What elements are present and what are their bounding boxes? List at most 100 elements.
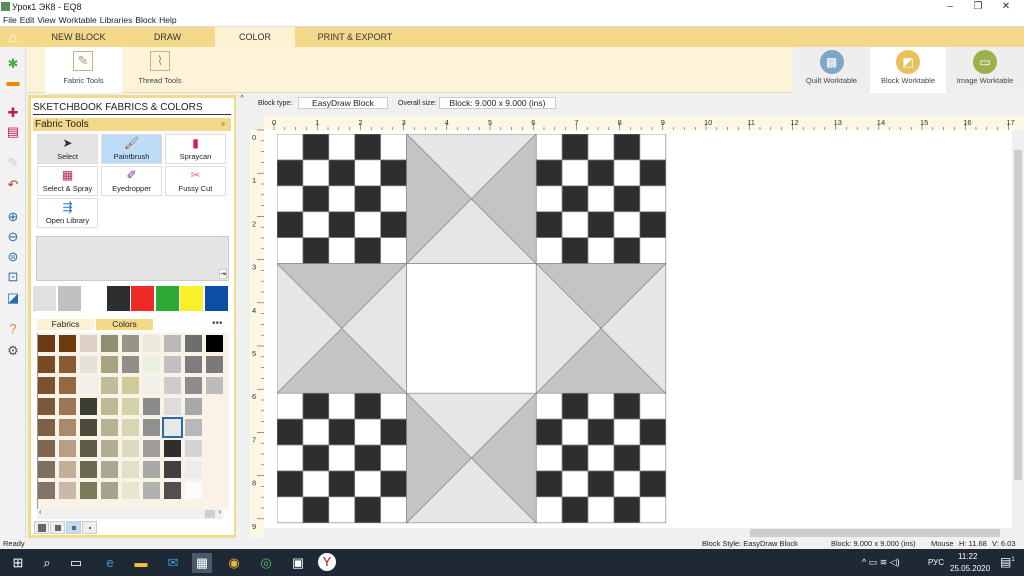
checker-square[interactable] (561, 444, 589, 472)
checker-square[interactable] (354, 211, 382, 239)
color-swatch[interactable] (122, 482, 139, 499)
checker-square[interactable] (587, 470, 615, 498)
checker-square[interactable] (277, 185, 304, 213)
fabric-tools-dropdown[interactable]: Fabric Tools ▼ (33, 118, 231, 131)
color-swatch[interactable] (185, 398, 202, 415)
checker-square[interactable] (587, 418, 615, 446)
palette-scrollbar[interactable]: ‹ › (37, 509, 223, 519)
search-icon[interactable]: ⌕ (37, 553, 57, 573)
checker-square[interactable] (613, 444, 641, 472)
color-swatch[interactable] (38, 398, 55, 415)
color-swatch[interactable] (59, 440, 76, 457)
color-swatch[interactable] (59, 398, 76, 415)
subtab-fabrics[interactable]: Fabrics (37, 319, 94, 330)
eyedropper-tool[interactable]: ✐ Eyedropper (101, 166, 162, 196)
menu-worktable[interactable]: Worktable (59, 15, 97, 25)
color-swatch[interactable] (143, 482, 160, 499)
recent-color-swatch[interactable] (57, 286, 81, 311)
checker-square[interactable] (302, 470, 330, 498)
checker-square[interactable] (302, 496, 330, 524)
checker-square[interactable] (561, 237, 589, 264)
color-swatch[interactable] (101, 461, 118, 478)
minimize-button[interactable]: – (940, 1, 960, 12)
checker-square[interactable] (587, 211, 615, 239)
spraycan-tool[interactable]: ▮ Spraycan (165, 134, 226, 164)
scrollbar-thumb[interactable] (1014, 150, 1022, 480)
paintbrush-tool[interactable]: 🖌 Paintbrush (101, 134, 162, 164)
new-icon[interactable]: ✱ (5, 56, 21, 72)
checker-square[interactable] (613, 418, 641, 446)
checker-square[interactable] (613, 185, 641, 213)
checker-square[interactable] (380, 211, 407, 239)
color-swatch[interactable] (59, 377, 76, 394)
checker-square[interactable] (354, 159, 382, 187)
fabric-tools-button[interactable]: ✎ Fabric Tools (45, 47, 122, 93)
checker-square[interactable] (302, 159, 330, 187)
checker-square[interactable] (380, 237, 407, 264)
windows-start-icon[interactable]: ⊞ (8, 553, 28, 573)
color-swatch[interactable] (143, 377, 160, 394)
color-swatch[interactable] (143, 398, 160, 415)
checker-square[interactable] (328, 418, 356, 446)
cursor-tool[interactable]: ➤ Select (37, 134, 98, 164)
file-explorer-icon[interactable]: ▬ (131, 553, 151, 573)
recent-color-swatch[interactable] (155, 286, 179, 311)
more-options-button[interactable]: ••• (212, 318, 223, 329)
checker-square[interactable] (354, 134, 382, 161)
tray-icons[interactable]: ^ ▭ ≋ ◁) (862, 557, 900, 568)
checker-square[interactable] (380, 470, 407, 498)
color-swatch[interactable] (80, 419, 97, 436)
close-button[interactable]: ✕ (996, 1, 1016, 12)
edge-icon[interactable]: e (100, 553, 120, 573)
checker-square[interactable] (354, 470, 382, 498)
checker-square[interactable] (380, 134, 407, 161)
swatch-size-button[interactable] (50, 521, 65, 534)
recent-color-swatch[interactable] (131, 286, 154, 311)
checker-square[interactable] (561, 392, 589, 420)
mail-icon[interactable]: ✉ (163, 553, 183, 573)
color-swatch[interactable] (59, 335, 76, 352)
clock-date[interactable]: 25.05.2020 (950, 564, 990, 573)
checker-square[interactable] (561, 418, 589, 446)
quilt-block[interactable] (277, 134, 667, 524)
checker-square[interactable] (535, 159, 563, 187)
color-swatch[interactable] (162, 417, 183, 438)
eq8-icon[interactable]: ▦ (192, 553, 212, 573)
checker-square[interactable] (328, 444, 356, 472)
color-swatch[interactable] (38, 356, 55, 373)
yandex-icon[interactable]: Y (318, 553, 336, 571)
color-swatch[interactable] (101, 356, 118, 373)
tab-new-block[interactable]: NEW BLOCK (26, 27, 131, 47)
checker-square[interactable] (354, 418, 382, 446)
color-swatch[interactable] (101, 482, 118, 499)
checker-square[interactable] (639, 392, 667, 420)
open-icon[interactable]: ▬ (5, 74, 21, 90)
checker-square[interactable] (535, 185, 563, 213)
checker-square[interactable] (328, 496, 356, 524)
color-swatch[interactable] (80, 461, 97, 478)
settings-icon[interactable]: ⚙ (5, 343, 21, 359)
recent-color-swatch[interactable] (106, 286, 130, 311)
color-swatch[interactable] (101, 335, 118, 352)
vertical-scrollbar[interactable] (1012, 130, 1024, 528)
swatch-size-button[interactable] (66, 521, 81, 534)
color-swatch[interactable] (185, 335, 202, 352)
color-swatch[interactable] (38, 461, 55, 478)
checker-square[interactable] (302, 211, 330, 239)
checker-square[interactable] (613, 159, 641, 187)
color-swatch[interactable] (101, 377, 118, 394)
checker-square[interactable] (354, 237, 382, 264)
tab-color[interactable]: COLOR (215, 27, 295, 47)
color-swatch[interactable] (59, 482, 76, 499)
color-swatch[interactable] (164, 335, 181, 352)
color-swatch[interactable] (185, 377, 202, 394)
recent-color-swatch[interactable] (33, 286, 56, 311)
menu-view[interactable]: View (37, 15, 55, 25)
color-swatch[interactable] (164, 482, 181, 499)
checker-square[interactable] (639, 185, 667, 213)
menu-file[interactable]: File (3, 15, 17, 25)
checker-square[interactable] (328, 185, 356, 213)
recent-color-swatch[interactable] (82, 286, 105, 311)
app-icon-window[interactable]: ▣ (288, 553, 308, 573)
checker-square[interactable] (535, 134, 563, 161)
